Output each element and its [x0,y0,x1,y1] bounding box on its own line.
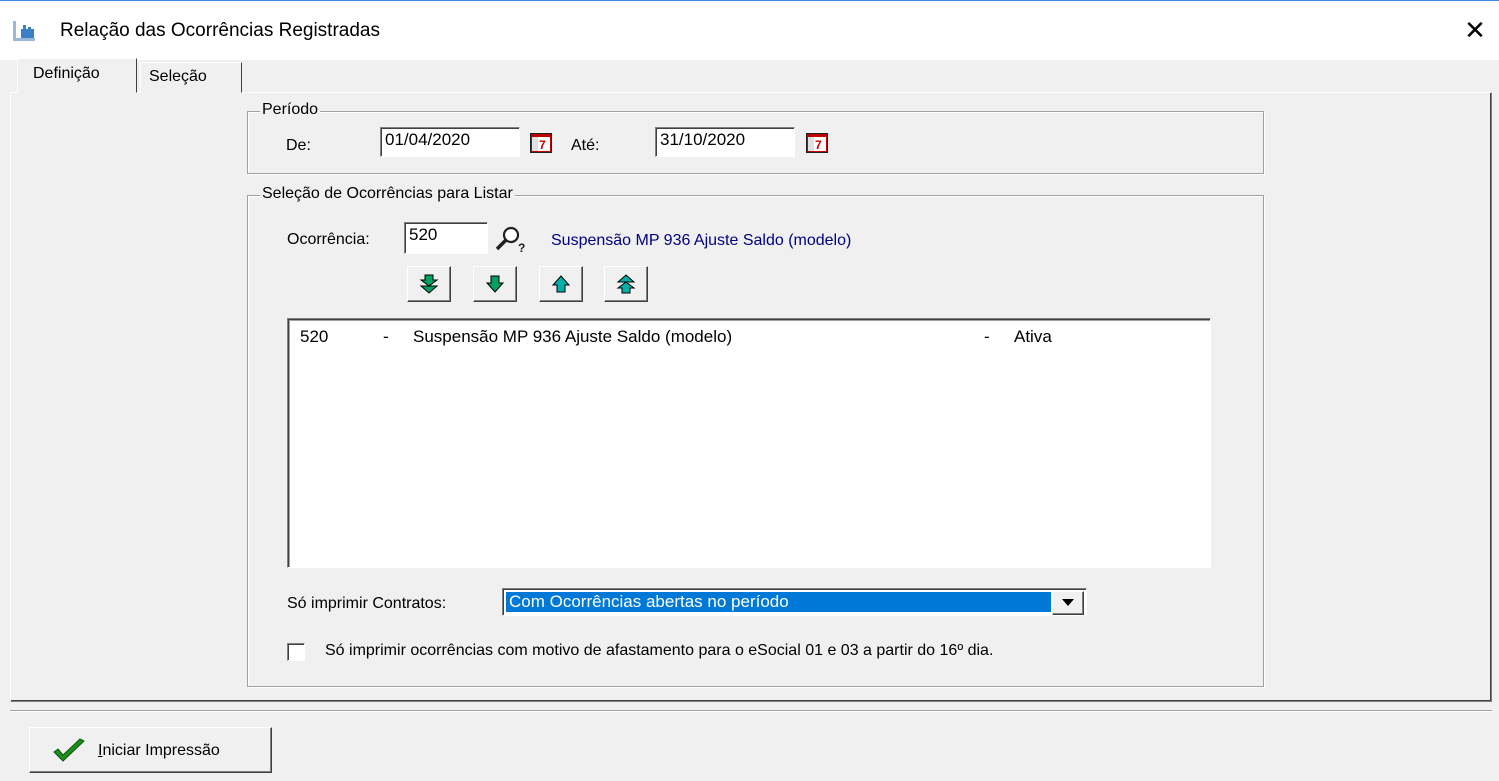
esocial-checkbox-label[interactable]: Só imprimir ocorrências com motivo de af… [325,642,993,660]
ocorrencia-code-field[interactable]: 520 [404,222,488,254]
ate-label: Até: [571,137,600,154]
combo-dropdown-button[interactable] [1052,591,1084,615]
ocorrencia-label: Ocorrência: [287,231,370,248]
list-item-code: 520 [300,327,329,346]
iniciar-impressao-button[interactable]: Iniciar Impressão [29,727,272,773]
move-all-up-button[interactable] [604,266,648,302]
calendar-icon[interactable]: 7 [530,133,552,153]
list-item-description: Suspensão MP 936 Ajuste Saldo (modelo) [413,327,733,346]
de-label: De: [286,137,311,154]
svg-text:?: ? [518,241,525,253]
contratos-selected-value: Com Ocorrências abertas no período [506,592,1051,612]
close-button[interactable]: ✕ [1458,14,1492,46]
move-up-button[interactable] [539,266,583,302]
footer-separator [10,710,1492,712]
periodo-legend: Período [260,101,321,119]
report-window-icon [13,21,35,41]
ocorrencias-listbox[interactable]: 520 - Suspensão MP 936 Ajuste Saldo (mod… [287,318,1211,568]
tab-definicao[interactable]: Definição [17,58,137,93]
list-item-separator: - [984,327,990,346]
contratos-label: Só imprimir Contratos: [287,595,447,612]
list-item-status: Ativa [1014,327,1052,346]
magnifier-search-icon[interactable]: ? [494,225,528,253]
print-button-label: Iniciar Impressão [98,742,220,760]
calendar-icon[interactable]: 7 [806,133,828,153]
contratos-select[interactable]: Com Ocorrências abertas no período [502,588,1087,616]
svg-text:7: 7 [815,138,822,152]
esocial-checkbox[interactable] [287,643,305,661]
selecao-legend: Seleção de Ocorrências para Listar [260,185,515,203]
close-icon: ✕ [1464,15,1486,45]
window-title: Relação das Ocorrências Registradas [60,20,380,41]
print-button-label-rest: niciar Impressão [102,742,220,759]
checkmark-icon [53,738,85,762]
chevron-down-icon [1062,599,1074,606]
move-all-down-button[interactable] [407,266,451,302]
move-down-button[interactable] [473,266,517,302]
arrow-up-icon [551,275,571,293]
list-item-separator: - [383,327,389,346]
ocorrencia-description: Suspensão MP 936 Ajuste Saldo (modelo) [551,232,852,249]
tab-selecao[interactable]: Seleção [140,62,242,93]
de-date-field[interactable]: 01/04/2020 [380,127,520,157]
double-arrow-down-icon [419,274,439,294]
list-item[interactable]: 520 - Suspensão MP 936 Ajuste Saldo (mod… [300,319,1300,353]
ate-date-field[interactable]: 31/10/2020 [655,127,795,157]
double-arrow-up-icon [616,274,636,294]
svg-text:7: 7 [539,138,546,152]
arrow-down-icon [485,275,505,293]
